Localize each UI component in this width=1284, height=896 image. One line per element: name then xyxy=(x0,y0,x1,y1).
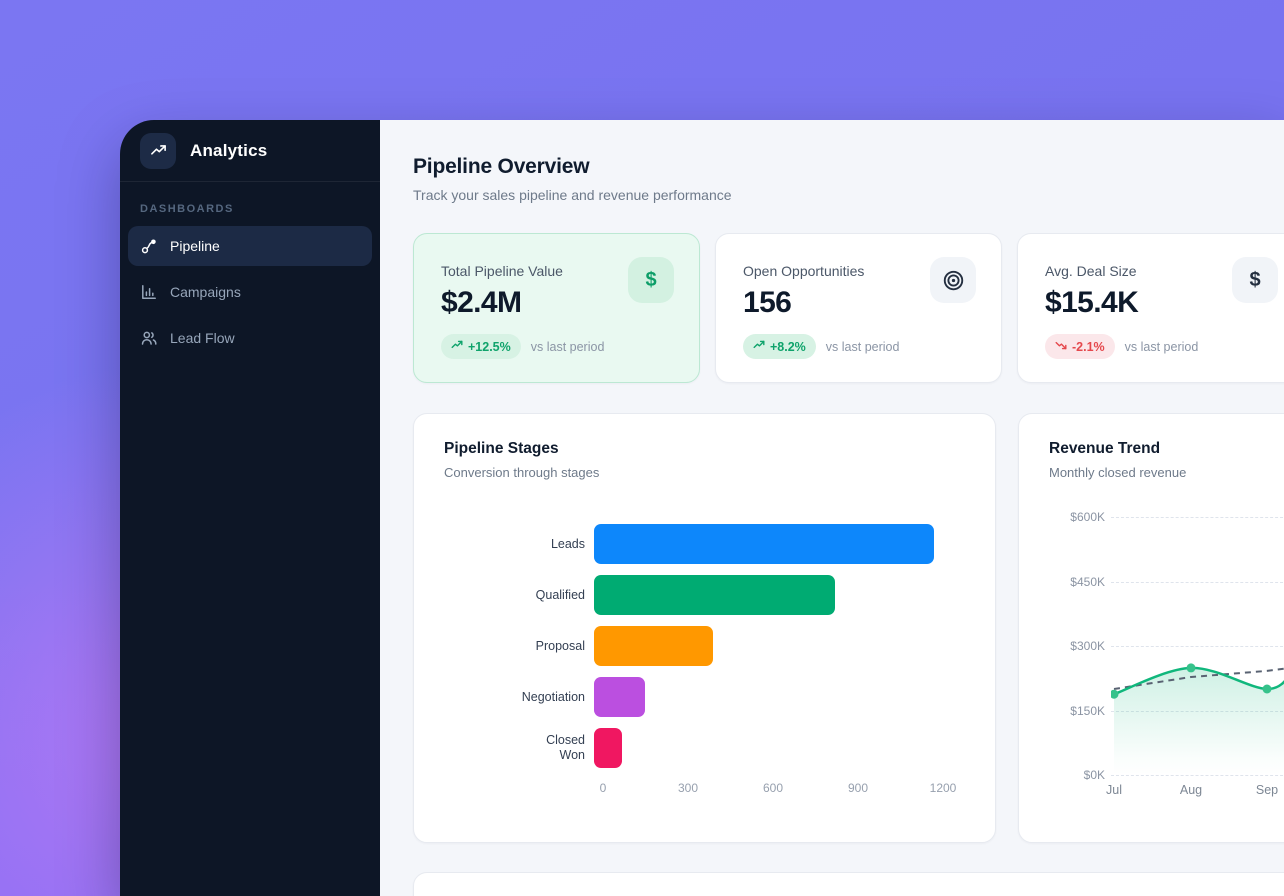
bar-label: Leads xyxy=(444,537,594,552)
y-axis-tick: $600K xyxy=(1049,510,1105,524)
bar-chart-x-axis: 03006009001200 xyxy=(603,781,943,797)
bar-row-qualified: Qualified xyxy=(444,575,965,615)
sidebar-section-label: DASHBOARDS xyxy=(120,182,380,226)
revenue-trend-card: Revenue Trend Monthly closed revenue $60… xyxy=(1018,413,1284,843)
page-title: Pipeline Overview xyxy=(413,155,1284,179)
bar-proposal xyxy=(594,626,713,666)
data-point-aug xyxy=(1187,663,1196,672)
dollar-icon: $ xyxy=(628,257,674,303)
bottom-card xyxy=(413,872,1284,896)
x-axis-tick: Sep xyxy=(1256,783,1278,797)
chart-subtitle: Monthly closed revenue xyxy=(1049,465,1273,480)
trend-up-icon xyxy=(451,339,463,354)
bar-qualified xyxy=(594,575,835,615)
waypoints-icon xyxy=(140,237,158,255)
stat-card-open-opportunities: Open Opportunities 156 +8.2% vs last per… xyxy=(715,233,1002,383)
stat-suffix: vs last period xyxy=(531,340,605,354)
bar-leads xyxy=(594,524,934,564)
page-subtitle: Track your sales pipeline and revenue pe… xyxy=(413,187,1284,203)
y-axis-tick: $0K xyxy=(1049,768,1105,782)
app-title: Analytics xyxy=(190,141,267,161)
y-axis-tick: $150K xyxy=(1049,704,1105,718)
bar-row-closed-won: Closed Won xyxy=(444,728,965,768)
chart-title: Pipeline Stages xyxy=(444,440,965,458)
x-axis-tick: 600 xyxy=(763,781,783,795)
trending-up-icon xyxy=(140,133,176,169)
bar-chart: Leads Qualified Proposal Negotiation Closed … xyxy=(444,524,965,768)
dollar-icon: $ xyxy=(1232,257,1278,303)
stat-card-total-pipeline-value: Total Pipeline Value $2.4M +12.5% vs las… xyxy=(413,233,700,383)
y-axis-tick: $450K xyxy=(1049,575,1105,589)
bar-row-proposal: Proposal xyxy=(444,626,965,666)
chart-subtitle: Conversion through stages xyxy=(444,465,965,480)
x-axis-tick: 900 xyxy=(848,781,868,795)
sidebar-item-lead-flow[interactable]: Lead Flow xyxy=(128,318,372,358)
bar-label: Proposal xyxy=(444,639,594,654)
stat-suffix: vs last period xyxy=(826,340,900,354)
trend-down-icon xyxy=(1055,339,1067,354)
sidebar-item-campaigns[interactable]: Campaigns xyxy=(128,272,372,312)
bar-closed-won xyxy=(594,728,622,768)
stat-suffix: vs last period xyxy=(1125,340,1199,354)
sidebar-item-pipeline[interactable]: Pipeline xyxy=(128,226,372,266)
data-point-sep xyxy=(1263,685,1272,694)
pipeline-stages-card: Pipeline Stages Conversion through stage… xyxy=(413,413,996,843)
line-chart-svg xyxy=(1111,517,1284,775)
sidebar: Analytics DASHBOARDS Pipeline Campaigns … xyxy=(120,120,380,896)
stat-card-avg-deal-size: Avg. Deal Size $15.4K -2.1% vs last peri… xyxy=(1017,233,1284,383)
line-chart-x-axis: JulAugSep xyxy=(1111,783,1273,801)
change-badge: +12.5% xyxy=(441,334,521,359)
sidebar-header: Analytics xyxy=(120,120,380,182)
x-axis-tick: Aug xyxy=(1180,783,1202,797)
sidebar-nav: Pipeline Campaigns Lead Flow xyxy=(120,226,380,364)
stats-row: Total Pipeline Value $2.4M +12.5% vs las… xyxy=(413,233,1284,383)
x-axis-tick: Jul xyxy=(1106,783,1122,797)
target-icon xyxy=(930,257,976,303)
app-window: Analytics DASHBOARDS Pipeline Campaigns … xyxy=(120,120,1284,896)
line-chart-plot: $600K$450K$300K$150K$0K xyxy=(1111,517,1273,775)
bar-negotiation xyxy=(594,677,645,717)
users-icon xyxy=(140,329,158,347)
charts-row: Pipeline Stages Conversion through stage… xyxy=(413,413,1284,843)
change-badge: +8.2% xyxy=(743,334,816,359)
gridline xyxy=(1111,775,1284,776)
bar-label: Negotiation xyxy=(444,690,594,705)
bar-chart-icon xyxy=(140,283,158,301)
bar-row-negotiation: Negotiation xyxy=(444,677,965,717)
main-area: Pipeline Overview Track your sales pipel… xyxy=(380,120,1284,896)
change-badge: -2.1% xyxy=(1045,334,1115,359)
x-axis-tick: 0 xyxy=(600,781,607,795)
chart-title: Revenue Trend xyxy=(1049,440,1273,458)
bar-label: Qualified xyxy=(444,588,594,603)
bar-label: Closed Won xyxy=(444,733,594,763)
line-chart: $600K$450K$300K$150K$0K JulAugSep xyxy=(1049,517,1273,801)
y-axis-tick: $300K xyxy=(1049,639,1105,653)
x-axis-tick: 1200 xyxy=(930,781,957,795)
bar-row-leads: Leads xyxy=(444,524,965,564)
x-axis-tick: 300 xyxy=(678,781,698,795)
trend-up-icon xyxy=(753,339,765,354)
